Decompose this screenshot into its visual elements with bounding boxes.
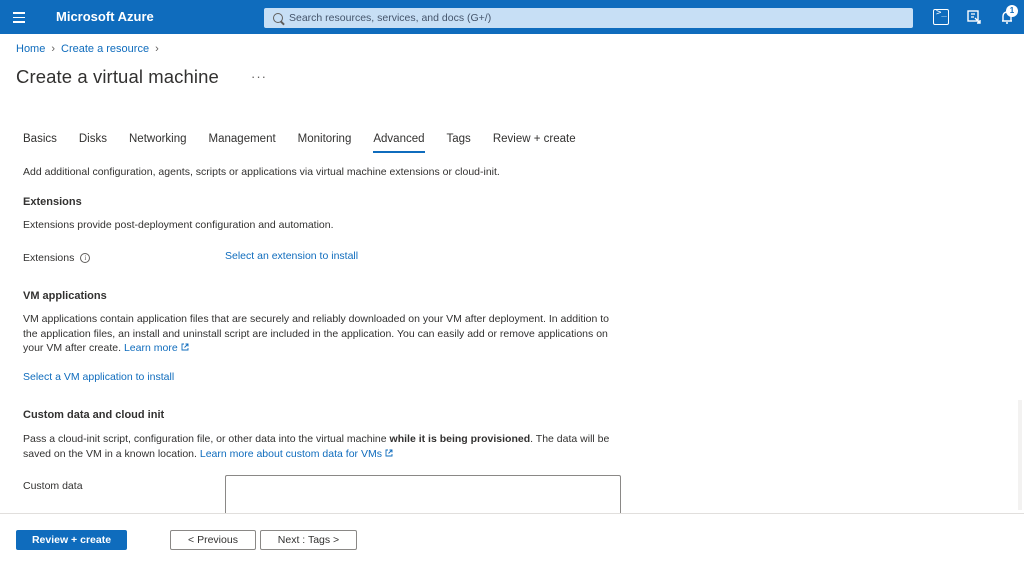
search-input[interactable] (289, 12, 889, 24)
vm-applications-text: VM applications contain application file… (23, 313, 610, 354)
tab-monitoring[interactable]: Monitoring (298, 133, 352, 153)
custom-data-text-bold: while it is being provisioned (389, 433, 531, 445)
previous-button[interactable]: < Previous (170, 530, 256, 550)
advanced-intro: Add additional configuration, agents, sc… (23, 166, 500, 178)
select-extension-link[interactable]: Select an extension to install (225, 250, 358, 262)
custom-data-text-pre: Pass a cloud-init script, configuration … (23, 433, 390, 445)
tab-networking[interactable]: Networking (129, 133, 187, 153)
breadcrumb-create-resource[interactable]: Create a resource (61, 43, 149, 55)
chevron-right-icon: › (155, 43, 159, 55)
extensions-label-row: Extensions i (23, 252, 91, 264)
vm-apps-learn-more-link[interactable]: Learn more (124, 342, 189, 354)
custom-data-learn-more-label: Learn more about custom data for VMs (199, 447, 382, 460)
select-vm-application-link[interactable]: Select a VM application to install (23, 371, 174, 383)
vm-applications-heading: VM applications (23, 290, 107, 302)
tab-management[interactable]: Management (209, 133, 276, 153)
top-bar: Microsoft Azure 1 (0, 0, 1024, 34)
search-icon (273, 13, 283, 23)
custom-data-description: Pass a cloud-init script, configuration … (23, 432, 623, 461)
external-link-icon (385, 449, 393, 456)
more-options-icon[interactable]: ··· (251, 69, 267, 84)
extensions-label: Extensions (23, 252, 75, 264)
external-link-icon (181, 343, 189, 351)
vm-applications-description: VM applications contain application file… (23, 312, 623, 356)
custom-data-heading: Custom data and cloud init (23, 409, 165, 421)
info-icon[interactable]: i (80, 253, 91, 263)
cloud-shell-icon[interactable] (933, 8, 949, 25)
tab-tags[interactable]: Tags (447, 133, 471, 153)
search-box[interactable] (264, 8, 913, 28)
extensions-heading: Extensions (23, 196, 82, 208)
next-tags-button[interactable]: Next : Tags > (260, 530, 357, 550)
brand-title[interactable]: Microsoft Azure (56, 9, 154, 24)
tab-review-create[interactable]: Review + create (493, 133, 576, 153)
extensions-description: Extensions provide post-deployment confi… (23, 219, 334, 231)
breadcrumb-home[interactable]: Home (16, 43, 45, 55)
hamburger-menu-icon[interactable] (10, 9, 28, 25)
footer-bar (0, 513, 1024, 566)
directory-filter-icon[interactable] (966, 9, 982, 25)
tab-strip: Basics Disks Networking Management Monit… (23, 133, 598, 153)
tab-basics[interactable]: Basics (23, 133, 57, 153)
notification-badge: 1 (1006, 5, 1018, 17)
breadcrumb: Home › Create a resource › (16, 43, 165, 55)
vm-apps-learn-more-label: Learn more (123, 342, 178, 354)
page-title: Create a virtual machine (16, 66, 219, 87)
tab-advanced[interactable]: Advanced (373, 133, 425, 153)
custom-data-learn-more-link[interactable]: Learn more about custom data for VMs (200, 448, 393, 460)
chevron-right-icon: › (51, 43, 56, 55)
custom-data-label: Custom data (23, 480, 83, 492)
review-create-button[interactable]: Review + create (16, 530, 127, 550)
tab-disks[interactable]: Disks (79, 133, 107, 153)
scrollbar[interactable] (1018, 400, 1022, 510)
